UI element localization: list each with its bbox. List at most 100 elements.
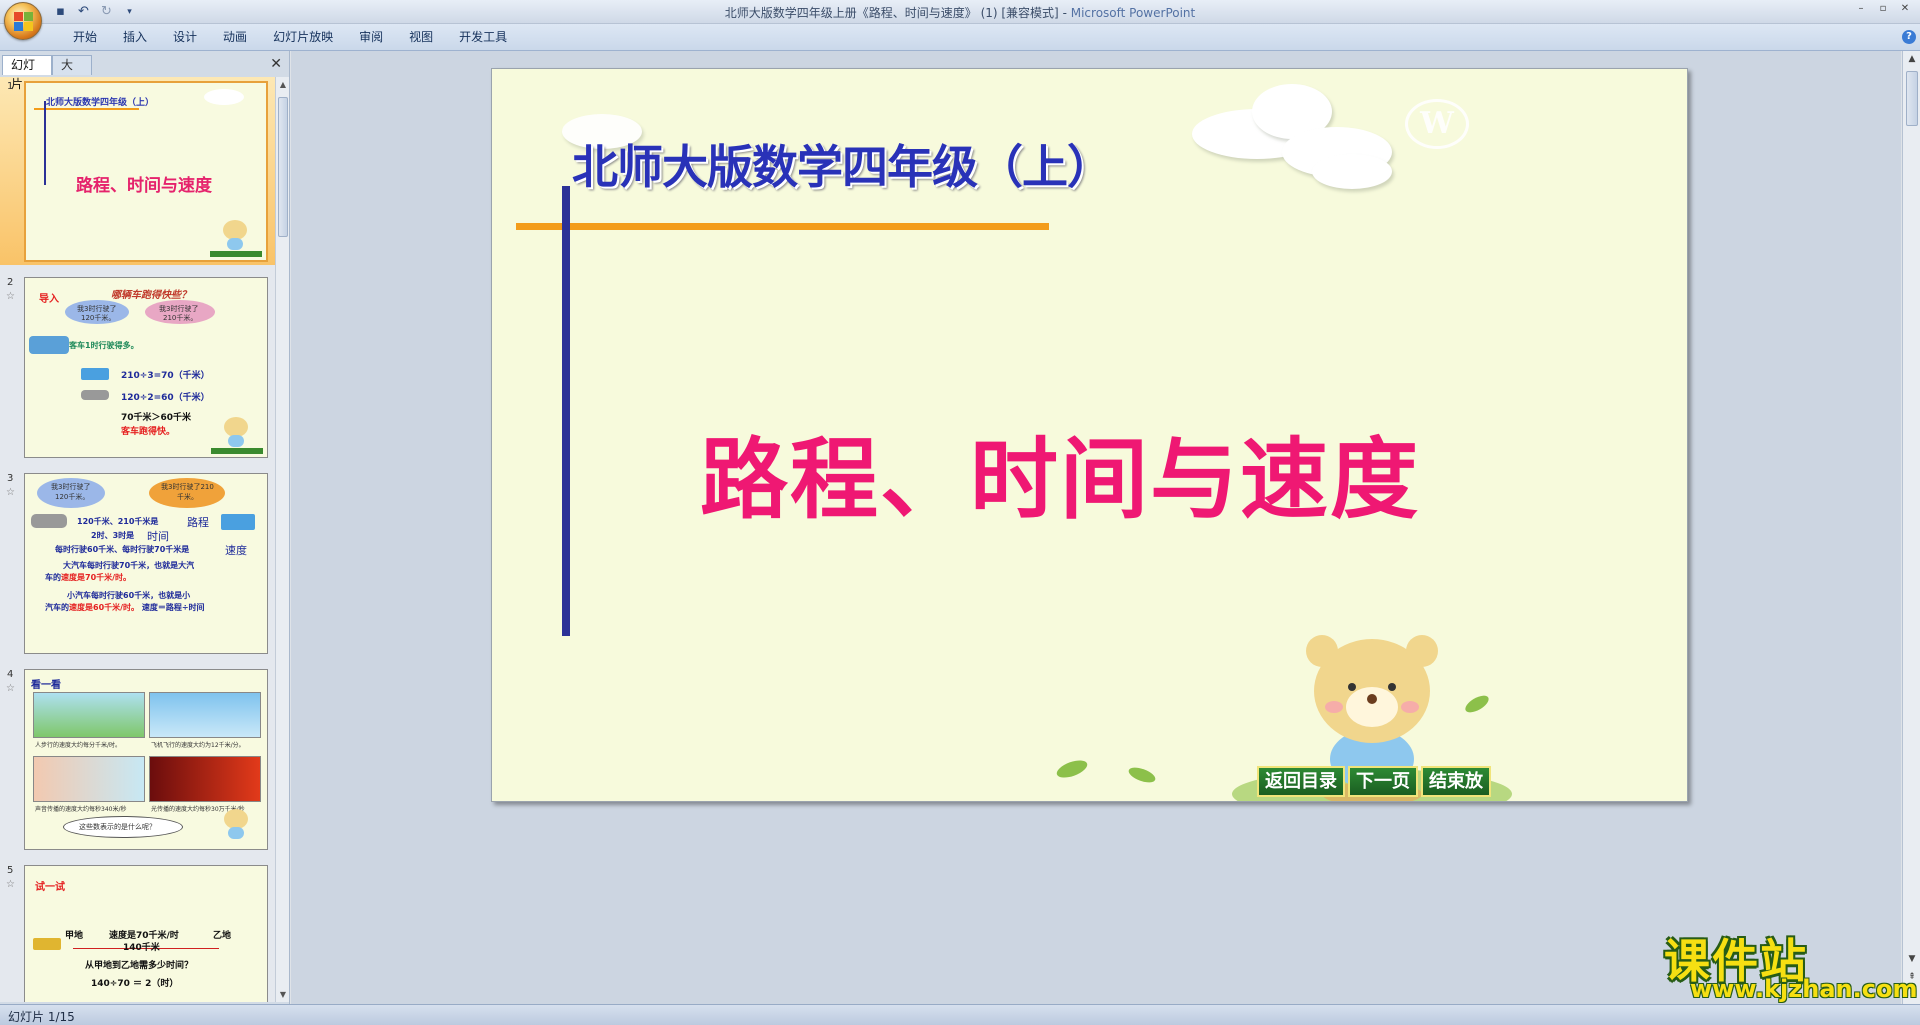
thumbnail-canvas: 我3时行驶了 120千米。 我3时行驶了210 千米。 120千米、210千米是… xyxy=(24,473,268,654)
slide-thumbnails: 1 北师大版数学四年级（上） 路程、时间与速度 2 ☆ 导入 哪辆车跑得快些？ … xyxy=(0,77,275,1002)
office-button[interactable] xyxy=(4,2,42,40)
leaf-decoration xyxy=(1056,760,1156,783)
panel-tabs: 幻灯片 大纲 ✕ xyxy=(0,53,290,91)
tab-developer[interactable]: 开发工具 xyxy=(446,29,520,46)
tab-insert[interactable]: 插入 xyxy=(110,29,160,46)
office-logo-icon xyxy=(14,12,34,32)
watermark-url: www.kjzhan.com xyxy=(1690,975,1918,1003)
thumb-label: 导入 xyxy=(39,294,59,305)
slide-nav-buttons: 返回目录 下一页 结束放 xyxy=(1257,766,1491,797)
thumb-hline xyxy=(34,108,139,110)
car-image xyxy=(81,390,109,400)
status-bar: 幻灯片 1/15 xyxy=(0,1004,1920,1025)
thumb-line: 2时、3时是 xyxy=(91,531,135,540)
question-text: 从甲地到乙地需多少时间？ xyxy=(85,961,194,971)
thumb-line: 小汽车每时行驶60千米，也就是小 xyxy=(67,591,191,600)
current-slide[interactable]: W 北师大版数学四年级（上） 路程、时间与速度 返回目录 下一页 结束放 xyxy=(491,68,1688,802)
answer-text: 140÷70 ＝ 2（时） xyxy=(91,979,179,989)
car-image xyxy=(31,514,67,528)
ribbon-tabs: 开始 插入 设计 动画 幻灯片放映 审阅 视图 开发工具 xyxy=(60,29,520,46)
maximize-button[interactable]: ▫ xyxy=(1874,2,1892,16)
window-controls: – ▫ ✕ xyxy=(1852,2,1914,16)
thumbnails-scrollbar[interactable]: ▲ ▼ xyxy=(275,77,289,1002)
thumb-line-highlight: 速度是70千米/时。 xyxy=(61,573,132,582)
thumb-line: 客车跑得快。 xyxy=(121,427,176,437)
publisher-logo-icon: W xyxy=(1405,99,1469,149)
title-bar: ▪ ↶ ↻ ▾ 北师大版数学四年级上册《路程、时间与速度》 (1) [兼容模式]… xyxy=(0,0,1920,24)
thumbnail-canvas: 导入 哪辆车跑得快些？ 我3时行驶了 120千米。 我3时行驶了 210千米。 … xyxy=(24,277,268,458)
slide-thumbnail-3[interactable]: 3 ☆ 我3时行驶了 120千米。 我3时行驶了210 千米。 120千米、21… xyxy=(0,469,275,657)
bus-image xyxy=(221,514,255,530)
bubble-text: 120千米。 xyxy=(55,493,90,501)
bubble-text: 这些数表示的是什么呢？ xyxy=(79,823,156,831)
thumb-line: 汽车的 xyxy=(45,603,69,612)
photo-caption: 飞机飞行的速度大约为12千米/分。 xyxy=(151,742,245,749)
thumb-main-title: 路程、时间与速度 xyxy=(76,176,212,196)
bubble-text: 120千米。 xyxy=(81,314,116,322)
bear-image xyxy=(220,220,250,252)
app-name: Microsoft PowerPoint xyxy=(1070,6,1196,20)
next-page-button[interactable]: 下一页 xyxy=(1348,766,1418,797)
ribbon: 开始 插入 设计 动画 幻灯片放映 审阅 视图 开发工具 ? xyxy=(0,24,1920,51)
tab-view[interactable]: 视图 xyxy=(396,29,446,46)
tab-slides[interactable]: 幻灯片 xyxy=(2,55,52,91)
slide-thumbnail-5[interactable]: 5 ☆ 试一试 甲地 速度是70千米/时 乙地 140千米 从甲地到乙地需多少时… xyxy=(0,861,275,1002)
close-icon[interactable]: ✕ xyxy=(270,56,282,72)
slide-edit-area: W 北师大版数学四年级（上） 路程、时间与速度 返回目录 下一页 结束放 xyxy=(291,51,1901,1004)
thumb-line: 客车1时行驶得多。 xyxy=(69,341,139,350)
thumb-vline xyxy=(44,101,46,185)
bubble-text: 210千米。 xyxy=(163,314,198,322)
slide-number: 3 xyxy=(7,473,14,484)
slide-scrollbar[interactable]: ▲ ▼ ⇞ ⇟ xyxy=(1902,51,1920,1004)
close-button[interactable]: ✕ xyxy=(1896,2,1914,16)
thumb-line: 70千米＞60千米 xyxy=(121,413,192,423)
thumb-side-label: 时间 xyxy=(147,530,169,543)
main-title[interactable]: 路程、时间与速度 xyxy=(700,409,1420,536)
distance-label: 140千米 xyxy=(123,943,160,953)
photo-caption: 声音传播的速度大约每秒340米/秒 xyxy=(35,806,127,813)
end-show-button[interactable]: 结束放 xyxy=(1421,766,1491,797)
thumb-line: 120千米、210千米是 xyxy=(77,517,159,526)
bus-image xyxy=(81,368,109,380)
bus-image xyxy=(33,938,61,950)
photo-caption: 人步行的速度大约每分千米/时。 xyxy=(35,742,122,749)
tab-design[interactable]: 设计 xyxy=(160,29,210,46)
thumb-nav-buttons xyxy=(210,251,262,257)
tab-slideshow[interactable]: 幻灯片放映 xyxy=(260,29,346,46)
tab-animations[interactable]: 动画 xyxy=(210,29,260,46)
window-title: 北师大版数学四年级上册《路程、时间与速度》 (1) [兼容模式] - Micro… xyxy=(724,6,1196,20)
thumb-line: 车的 xyxy=(45,573,61,582)
title-underline xyxy=(516,223,1049,230)
thumb-heading: 哪辆车跑得快些？ xyxy=(111,290,191,301)
series-title[interactable]: 北师大版数学四年级（上） xyxy=(572,131,1113,197)
scroll-thumb[interactable] xyxy=(278,97,288,237)
back-to-contents-button[interactable]: 返回目录 xyxy=(1257,766,1345,797)
cloud-decoration xyxy=(204,89,244,105)
slide-thumbnail-4[interactable]: 4 ☆ 看一看 人步行的速度大约每分千米/时。 飞机飞行的速度大约为12千米/分… xyxy=(0,665,275,853)
thumb-series-title: 北师大版数学四年级（上） xyxy=(46,98,155,108)
tab-outline[interactable]: 大纲 xyxy=(52,55,92,91)
scroll-thumb[interactable] xyxy=(1906,71,1918,126)
thumb-line: 大汽车每时行驶70千米，也就是大汽 xyxy=(63,561,195,570)
light-photo xyxy=(149,756,261,802)
slide-thumbnail-1[interactable]: 1 北师大版数学四年级（上） 路程、时间与速度 xyxy=(0,77,275,265)
bubble-text: 千米。 xyxy=(177,493,198,501)
thumbnail-canvas: 试一试 甲地 速度是70千米/时 乙地 140千米 从甲地到乙地需多少时间？ 1… xyxy=(24,865,268,1002)
tab-review[interactable]: 审阅 xyxy=(346,29,396,46)
title-vertical-bar xyxy=(562,186,570,636)
bear-image xyxy=(221,809,251,841)
bear-image xyxy=(221,417,251,449)
scroll-up-icon[interactable]: ▲ xyxy=(1906,54,1918,64)
slide-number: 2 xyxy=(7,277,14,288)
scroll-up-icon[interactable]: ▲ xyxy=(278,80,288,89)
car-image xyxy=(29,336,69,354)
document-title: 北师大版数学四年级上册《路程、时间与速度》 (1) [兼容模式] xyxy=(724,6,1059,20)
minimize-button[interactable]: – xyxy=(1852,2,1870,16)
help-icon[interactable]: ? xyxy=(1902,30,1916,44)
thumb-side-label: 路程 xyxy=(187,516,209,529)
tab-home[interactable]: 开始 xyxy=(60,29,110,46)
scroll-down-icon[interactable]: ▼ xyxy=(278,990,288,999)
slide-number: 4 xyxy=(7,669,14,680)
scroll-down-icon[interactable]: ▼ xyxy=(1906,954,1918,964)
slide-thumbnail-2[interactable]: 2 ☆ 导入 哪辆车跑得快些？ 我3时行驶了 120千米。 我3时行驶了 210… xyxy=(0,273,275,461)
